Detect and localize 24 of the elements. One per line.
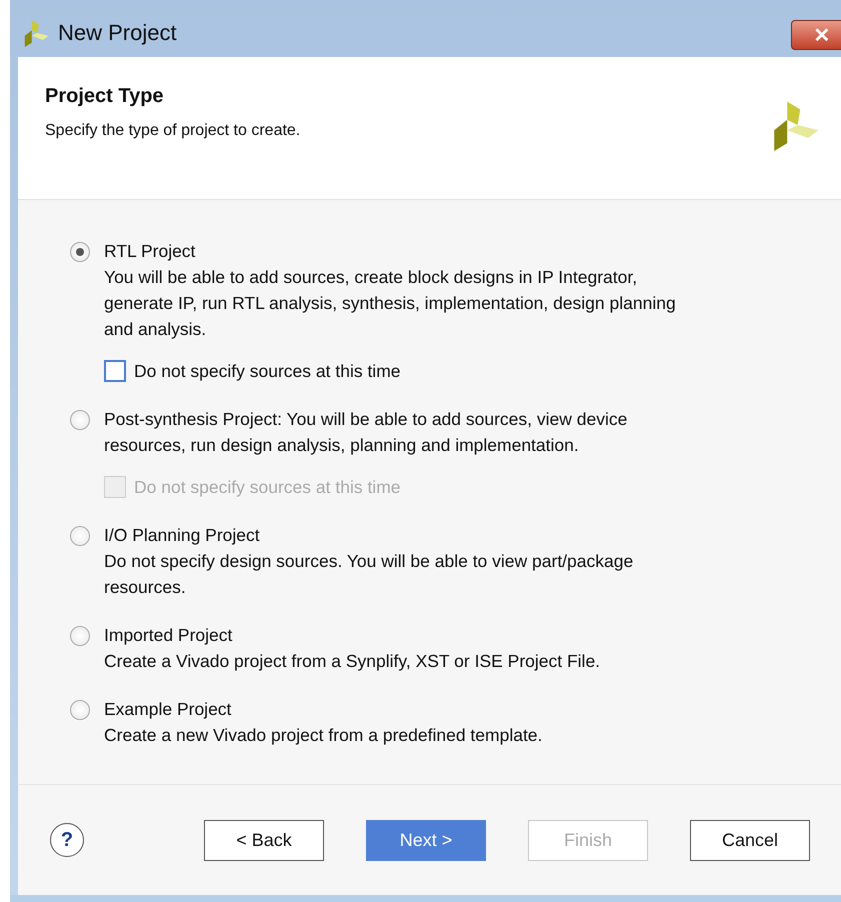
window-title: New Project (58, 20, 178, 46)
option-label[interactable]: I/O Planning Project (104, 522, 704, 548)
option-label[interactable]: RTL Project (104, 238, 704, 264)
dialog-button[interactable]: < Back (204, 820, 324, 860)
radio-button[interactable] (70, 242, 90, 262)
option-label[interactable]: Example Project (104, 696, 542, 722)
option-description: Create a Vivado project from a Synplify, XST or ISE Project File. (104, 650, 600, 673)
option-description: Create a new Vivado project from a predefined template. (104, 724, 542, 747)
dialog-button[interactable]: Cancel (690, 820, 810, 860)
option-description: Do not specify design sources. You will be able to view part/package resources. (104, 550, 634, 599)
option-label[interactable]: Post-synthesis Project: You will be able to add sources, view device resources, run design analysis, planning and implementation. (104, 406, 704, 458)
page-title: Project Type (45, 85, 165, 108)
app-logo-icon (22, 18, 50, 46)
checkbox[interactable] (104, 360, 126, 382)
page-subtitle: Specify the type of project to create. (45, 122, 300, 140)
radio-button[interactable] (70, 626, 90, 646)
option-description: You will be able to add sources, create block designs in IP Integrator, generate IP, run RTL analysis, synthesis, implementation, design planning and analysis. (104, 266, 677, 341)
dialog-button[interactable]: Next > (366, 820, 486, 860)
checkbox-label[interactable]: Do not specify sources at this time (134, 358, 400, 384)
radio-button[interactable] (70, 700, 90, 720)
radio-button[interactable] (70, 526, 90, 546)
option-label[interactable]: Imported Project (104, 622, 600, 648)
radio-button[interactable] (70, 410, 90, 430)
help-button[interactable]: ? (50, 823, 84, 857)
